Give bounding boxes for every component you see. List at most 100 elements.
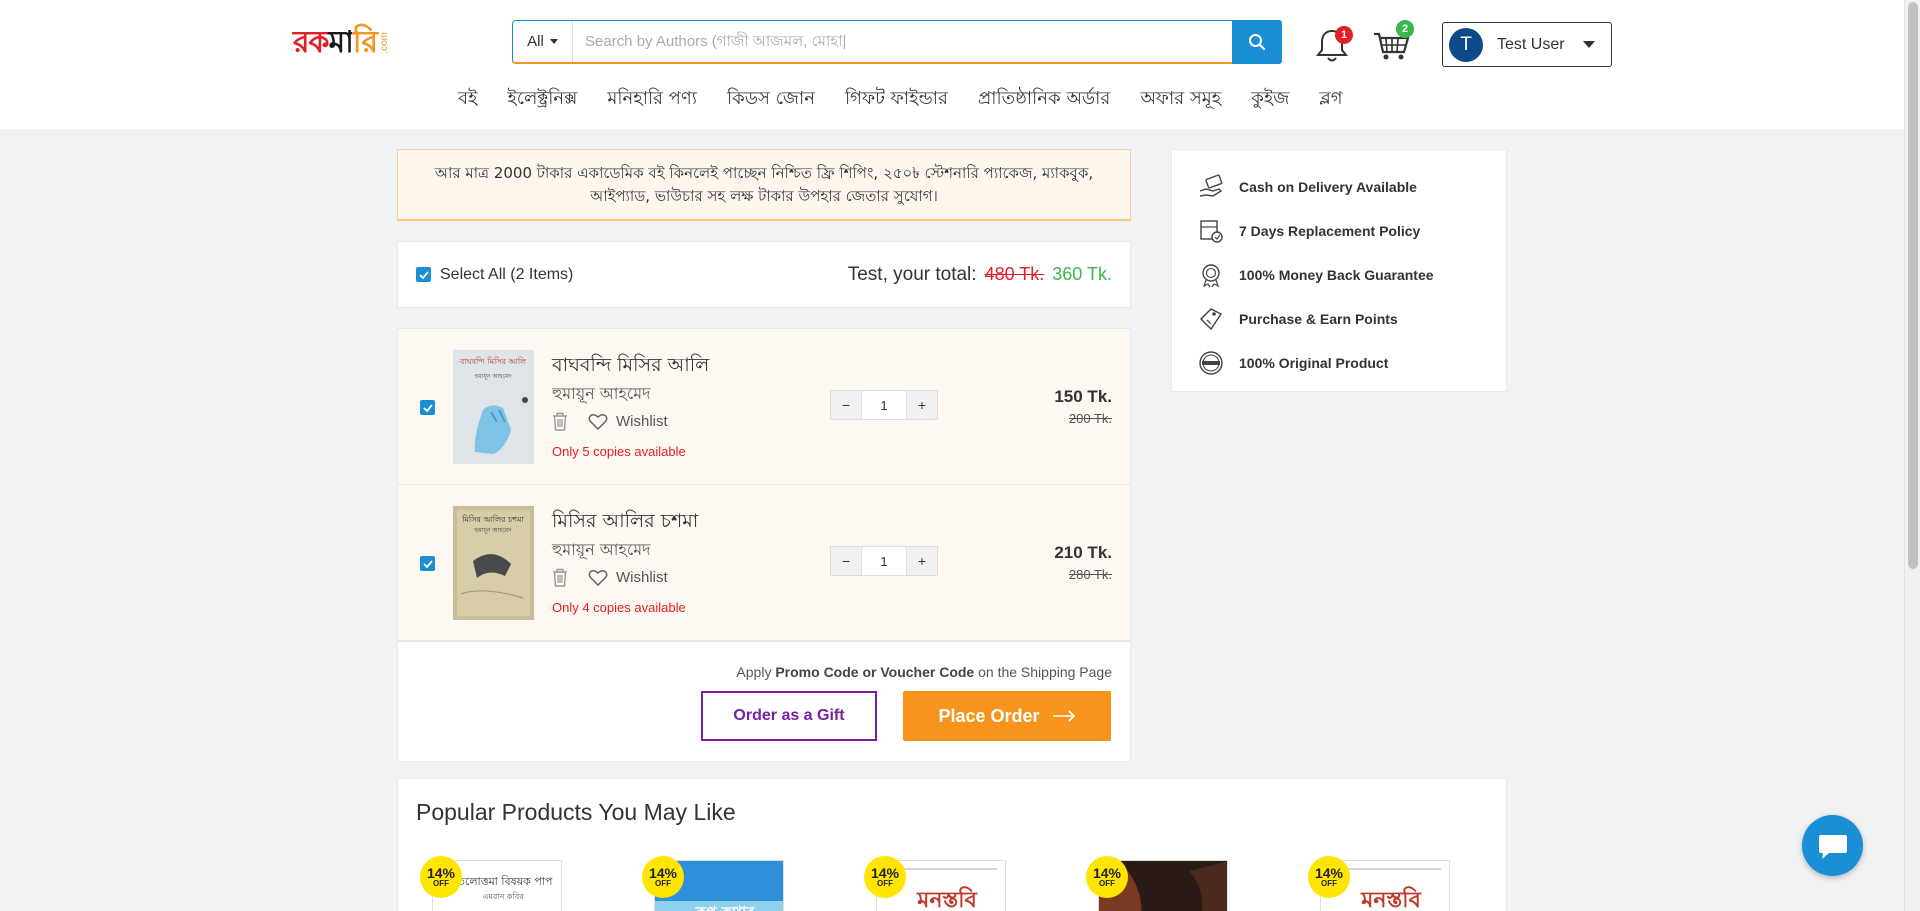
product-card[interactable]: 14% OFF মনস্তবি (860, 854, 1010, 911)
gift-button-label: Order as a Gift (733, 707, 845, 724)
user-menu-dropdown[interactable]: T Test User (1442, 22, 1612, 67)
promo-hint-pre: Apply (736, 664, 776, 680)
quantity-value[interactable]: 1 (861, 547, 907, 575)
search-icon (1249, 34, 1266, 51)
product-card[interactable]: 14%OFF রূপ কথার (638, 854, 788, 911)
wishlist-label: Wishlist (616, 569, 668, 586)
item-author[interactable]: হুমায়ূন আহমেদ (552, 537, 651, 564)
nav-item-stationery[interactable]: মনিহারি পণ্য (607, 84, 697, 115)
wishlist-button[interactable]: Wishlist (588, 413, 668, 430)
nav-item-blog[interactable]: ব্লগ (1319, 84, 1342, 115)
benefit-item: 100% Original Product (1172, 341, 1506, 385)
discount-percent: 14% (1092, 865, 1122, 881)
total-label: Test, your total: (847, 263, 977, 285)
quantity-value[interactable]: 1 (861, 391, 907, 419)
item-checkbox[interactable] (420, 400, 435, 415)
discount-off: OFF (877, 879, 893, 888)
search-category-label: All (527, 33, 544, 50)
discount-off: OFF (655, 879, 671, 888)
caret-down-icon (1583, 41, 1595, 48)
original-price: 200 Tk. (1068, 411, 1112, 426)
book-cover-image[interactable]: বাঘবন্দি মিসির আলি হুমায়ূন আহমেদ (453, 350, 534, 464)
quantity-stepper: − 1 + (830, 546, 938, 576)
item-author[interactable]: হুমায়ূন আহমেদ (552, 381, 651, 408)
remove-item-button[interactable] (552, 568, 568, 587)
benefit-label: 100% Original Product (1239, 355, 1389, 371)
heart-icon (588, 570, 608, 586)
cover-title-text: তিলোত্তমা বিষয়ক পাপ (453, 875, 554, 888)
order-as-gift-button[interactable]: Order as a Gift (701, 691, 877, 741)
page-scrollbar[interactable] (1904, 0, 1920, 911)
item-title[interactable]: মিসির আলির চশমা (552, 507, 698, 539)
promo-banner: আর মাত্র 2000 টাকার একাডেমিক বই কিনলেই প… (397, 149, 1131, 221)
logo-part-2: মা (328, 24, 354, 60)
stock-warning: Only 5 copies available (552, 444, 686, 459)
search-button[interactable] (1232, 20, 1282, 64)
discount-percent: 14% (870, 865, 900, 881)
search-input[interactable] (573, 21, 1232, 62)
cash-hand-icon (1197, 173, 1225, 201)
item-price: 210 Tk. 280 Tk. (1054, 543, 1112, 582)
cover-author-text: এমরান কবির (482, 892, 524, 901)
scrollbar-thumb[interactable] (1908, 2, 1918, 569)
cover-author-text: হুমায়ূন আহমেদ (474, 373, 513, 380)
trash-icon (553, 412, 567, 431)
promo-hint-post: on the Shipping Page (974, 664, 1112, 680)
trash-icon (553, 568, 567, 587)
wishlist-label: Wishlist (616, 413, 668, 430)
nav-item-kids-zone[interactable]: কিডস জোন (727, 84, 815, 115)
nav-item-electronics[interactable]: ইলেক্ট্রনিক্স (507, 84, 577, 115)
nav-item-books[interactable]: বই (458, 84, 477, 115)
popular-products-section: Popular Products You May Like 14% OFF তিল… (397, 778, 1507, 911)
cover-title-text: মনস্তবি (1360, 886, 1421, 911)
item-checkbox[interactable] (420, 556, 435, 571)
wishlist-button[interactable]: Wishlist (588, 569, 668, 586)
increase-qty-button[interactable]: + (907, 547, 937, 575)
discount-badge: 14% OFF (1086, 856, 1128, 898)
increase-qty-button[interactable]: + (907, 391, 937, 419)
promo-hint-bold: Promo Code or Voucher Code (775, 664, 975, 680)
cart-item: মিসির আলির চশমা হুমায়ূন আহমেদ মিসির আলি… (398, 485, 1130, 640)
cart-button[interactable]: 2 (1370, 20, 1416, 64)
search-bar: All (512, 20, 1282, 64)
benefit-item: 100% Money Back Guarantee (1172, 253, 1506, 297)
product-card[interactable]: 14% OFF মনস্তবি (1304, 854, 1454, 911)
place-order-button[interactable]: Place Order (903, 691, 1111, 741)
caret-down-icon (549, 39, 558, 44)
product-card[interactable]: 14% OFF তিলোত্তমা বিষয়ক পাপ এমরান কবির (416, 854, 566, 911)
nav-item-gift-finder[interactable]: গিফট ফাইন্ডার (845, 84, 948, 115)
discount-percent: 14% (648, 865, 678, 881)
item-title[interactable]: বাঘবন্দি মিসির আলি (552, 351, 709, 383)
chat-button[interactable] (1802, 815, 1863, 876)
nav-item-quiz[interactable]: কুইজ (1251, 84, 1289, 115)
discount-badge: 14% OFF (420, 856, 462, 898)
nav-item-institutional-order[interactable]: প্রাতিষ্ঠানিক অর্ডার (978, 84, 1110, 115)
decrease-qty-button[interactable]: − (831, 547, 861, 575)
nav-item-offers[interactable]: অফার সমূহ (1140, 84, 1221, 115)
decrease-qty-button[interactable]: − (831, 391, 861, 419)
product-card[interactable]: 14% OFF (1082, 854, 1232, 911)
benefit-item: Purchase & Earn Points (1172, 297, 1506, 341)
remove-item-button[interactable] (552, 412, 568, 431)
discount-badge: 14% OFF (864, 856, 906, 898)
promo-code-hint: Apply Promo Code or Voucher Code on the … (736, 664, 1112, 680)
site-logo[interactable]: রকমারি .com (293, 22, 403, 64)
select-all-label: Select All (2 Items) (440, 265, 574, 283)
item-actions: Wishlist (552, 412, 668, 431)
discount-off: OFF (1099, 879, 1115, 888)
cart-count-badge: 2 (1396, 20, 1414, 38)
book-cover-image[interactable]: মিসির আলির চশমা হুমায়ূন আহমেদ (453, 506, 534, 620)
check-icon (422, 403, 433, 412)
search-category-select[interactable]: All (513, 21, 573, 62)
cover-author-text: হুমায়ূন আহমেদ (474, 527, 513, 534)
notifications-button[interactable]: 1 (1313, 24, 1353, 64)
promo-text: আর মাত্র 2000 টাকার একাডেমিক বই কিনলেই প… (434, 163, 1094, 205)
total-old-price: 480 Tk. (984, 263, 1045, 284)
select-all-checkbox[interactable] (416, 267, 431, 282)
logo-part-3: রি (352, 24, 378, 60)
discount-off: OFF (1321, 879, 1337, 888)
main-nav: বই ইলেক্ট্রনিক্স মনিহারি পণ্য কিডস জোন গ… (458, 84, 1343, 115)
discount-percent: 14% (426, 865, 456, 881)
quantity-stepper: − 1 + (830, 390, 938, 420)
place-order-label: Place Order (938, 705, 1040, 726)
